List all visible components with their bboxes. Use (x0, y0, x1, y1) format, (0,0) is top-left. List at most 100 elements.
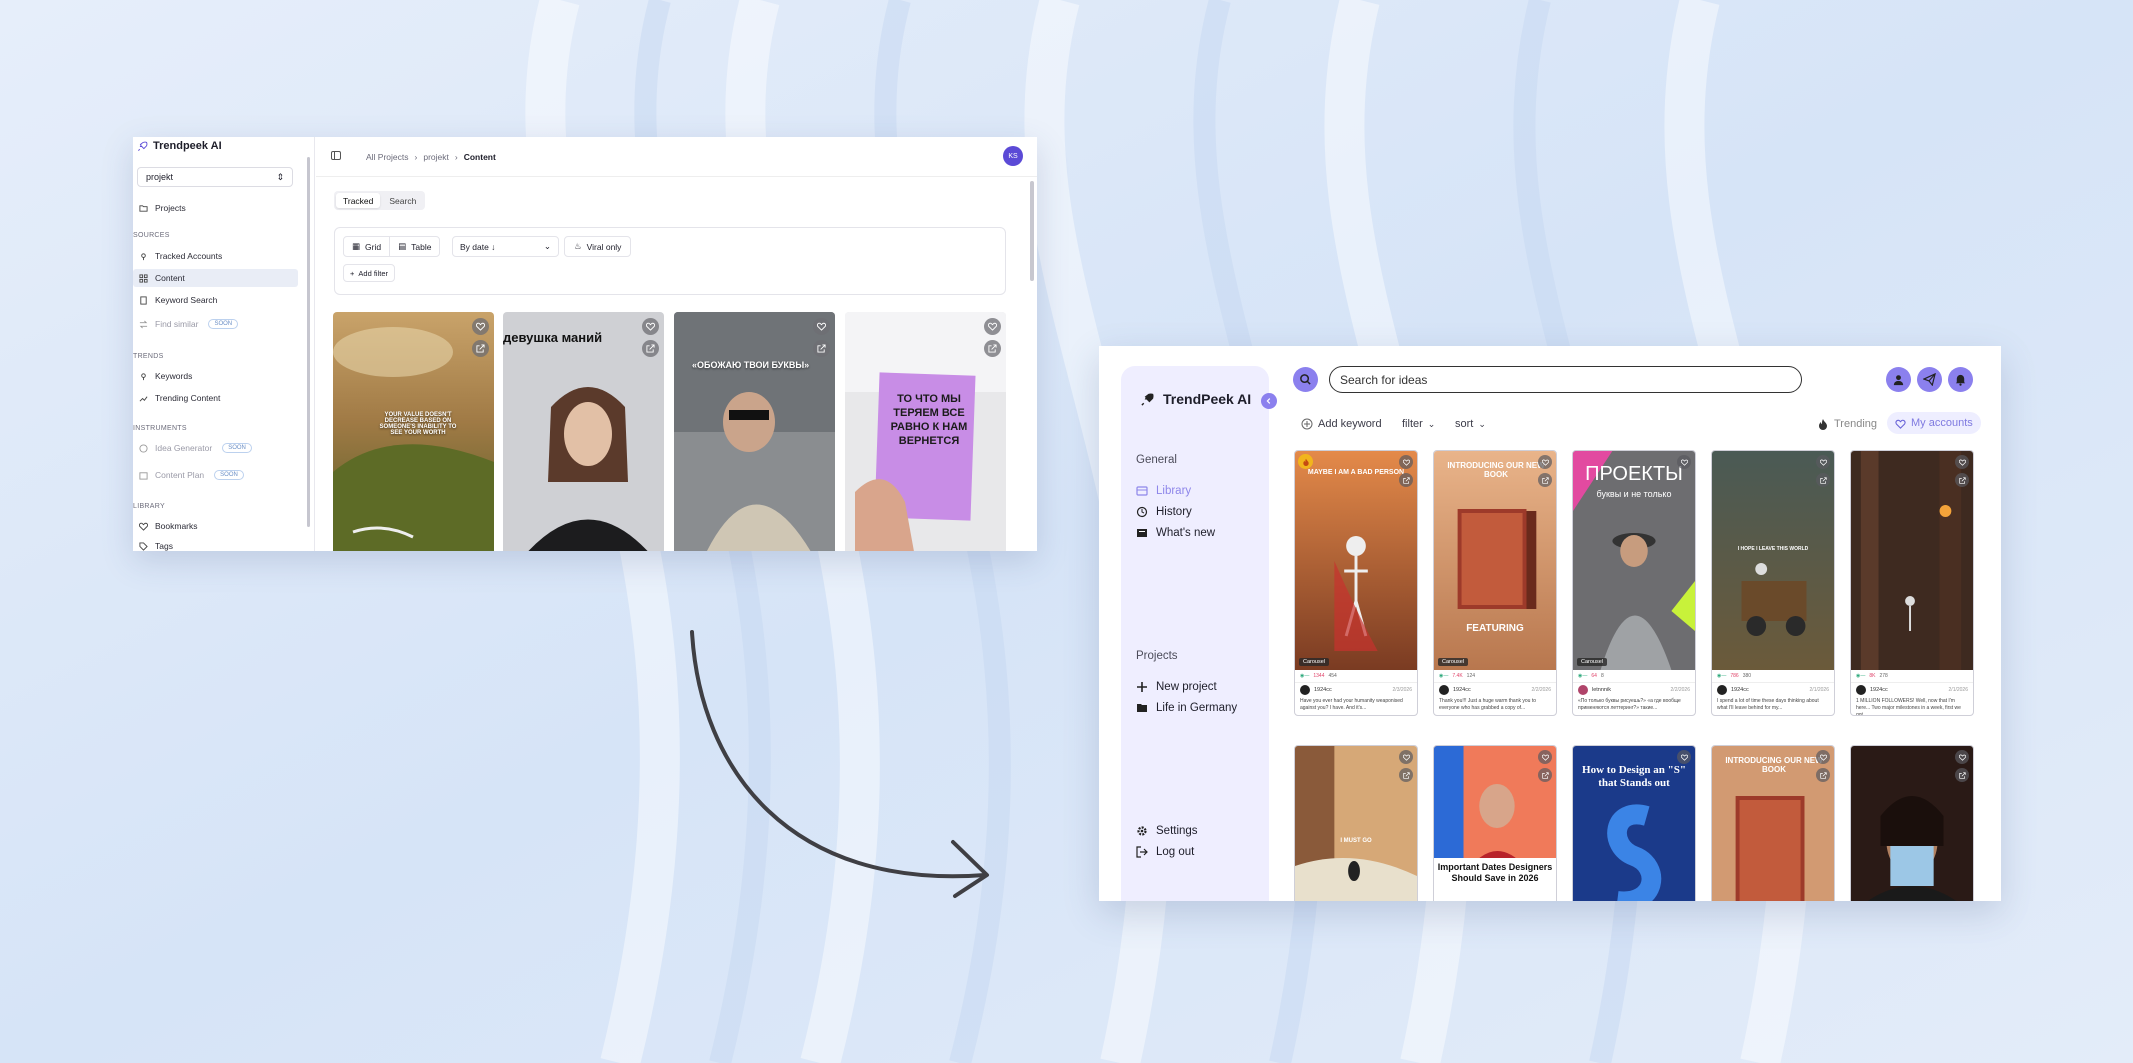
content-card[interactable] (1850, 745, 1974, 901)
search-button[interactable] (1293, 367, 1318, 392)
heart-icon[interactable] (472, 318, 489, 335)
sidebar-item-bookmarks[interactable]: Bookmarks (133, 517, 298, 535)
sidebar-item-keyword-search[interactable]: Keyword Search (133, 291, 298, 309)
external-link-icon[interactable] (1399, 768, 1413, 782)
content-card[interactable]: How to Design an "S" that Stands out (1572, 745, 1696, 901)
content-card[interactable]: INTRODUCING OUR NEW BOOK FEATURING Carou… (1433, 450, 1557, 716)
content-card[interactable]: MAYBE I AM A BAD PERSON Carousel ◉— 1344 4… (1294, 450, 1418, 716)
external-link-icon[interactable] (642, 340, 659, 357)
content-card[interactable]: ТО ЧТО МЫ ТЕРЯЕМ ВСЕ РАВНО К НАМ ВЕРНЕТС… (845, 312, 1006, 551)
new-brand[interactable]: TrendPeek AI (1140, 391, 1251, 407)
content-card[interactable]: девушка маний (503, 312, 664, 551)
content-card[interactable]: ◉— 8K 278 1924cc 2/1/2026 1 MILLION FOLLOWE… (1850, 450, 1974, 716)
project-life-in-germany[interactable]: Life in Germany (1136, 702, 1237, 714)
avatar[interactable]: KS (1003, 146, 1023, 166)
heart-icon[interactable] (813, 318, 830, 335)
main-scrollbar[interactable] (1030, 181, 1034, 281)
sidebar-item-content[interactable]: Content (133, 269, 298, 287)
old-brand[interactable]: Trendpeek AI (137, 140, 222, 152)
heart-icon[interactable] (1955, 455, 1969, 469)
heart-icon[interactable] (1677, 455, 1691, 469)
old-topbar: All Projects › projekt › Content KS (316, 137, 1037, 177)
section-instruments: INSTRUMENTS (133, 425, 187, 432)
tab-search[interactable]: Search (382, 193, 423, 208)
tab-tracked[interactable]: Tracked (336, 193, 381, 208)
clock-icon (139, 443, 148, 453)
external-link-icon[interactable] (1955, 768, 1969, 782)
heart-icon[interactable] (642, 318, 659, 335)
content-card[interactable]: INTRODUCING OUR NEW BOOK (1711, 745, 1835, 901)
nav-whats-new[interactable]: What's new (1136, 527, 1215, 539)
project-select[interactable]: projekt ⇕ (137, 167, 293, 187)
old-app-window: Trendpeek AI projekt ⇕ Projects SOURCES … (133, 137, 1037, 551)
sidebar-item-idea-generator[interactable]: Idea Generator SOON (133, 439, 298, 457)
table-view-button[interactable]: ▤ Table (389, 237, 439, 256)
sidebar-item-content-plan[interactable]: Content Plan SOON (133, 466, 298, 484)
sidebar-item-tracked-accounts[interactable]: Tracked Accounts (133, 247, 298, 265)
card-stats: ◉— 64 8 (1573, 670, 1695, 683)
heart-icon[interactable] (1816, 455, 1830, 469)
external-link-icon[interactable] (472, 340, 489, 357)
external-link-icon[interactable] (813, 340, 830, 357)
trending-toggle[interactable]: Trending (1817, 418, 1877, 430)
heart-icon[interactable] (1538, 455, 1552, 469)
add-filter-label: Add filter (358, 268, 388, 278)
card-author: 1924cc 2/1/2026 (1851, 683, 1973, 697)
profile-button[interactable] (1886, 367, 1911, 392)
search-input[interactable]: Search for ideas (1329, 366, 1802, 393)
sidebar-item-trending-content[interactable]: Trending Content (133, 389, 298, 407)
settings-button[interactable]: Settings (1136, 825, 1198, 837)
content-card[interactable]: ПРОЕКТЫ буквы и не только Carousel ◉— 64 8… (1572, 450, 1696, 716)
external-link-icon[interactable] (1816, 473, 1830, 487)
likes-count: 7.4K (1452, 673, 1463, 679)
add-filter-button[interactable]: + Add filter (343, 264, 395, 282)
external-link-icon[interactable] (1955, 473, 1969, 487)
content-card[interactable]: I HOPE I LEAVE THIS WORLD ◉— 786 380 1924c… (1711, 450, 1835, 716)
nav-history[interactable]: History (1136, 506, 1192, 518)
my-accounts-toggle[interactable]: My accounts (1887, 412, 1981, 434)
external-link-icon[interactable] (1538, 768, 1552, 782)
logout-button[interactable]: Log out (1136, 846, 1194, 858)
heart-icon[interactable] (1955, 750, 1969, 764)
heart-icon[interactable] (1677, 750, 1691, 764)
comments-count: 8 (1600, 673, 1604, 679)
external-link-icon[interactable] (984, 340, 1001, 357)
content-card[interactable]: I MUST GO (1294, 745, 1418, 901)
new-project-button[interactable]: New project (1136, 681, 1217, 693)
panel-toggle-icon[interactable] (331, 151, 341, 160)
sidebar-item-tags[interactable]: Tags (133, 537, 298, 551)
heart-icon[interactable] (984, 318, 1001, 335)
breadcrumb-all-projects[interactable]: All Projects (366, 152, 409, 162)
sidebar-item-label: Keywords (155, 371, 193, 381)
eye-icon: ◉— (1717, 673, 1727, 679)
viral-only-toggle[interactable]: ♨ Viral only (564, 236, 632, 257)
collapse-sidebar-button[interactable] (1261, 393, 1277, 409)
external-link-icon[interactable] (1399, 473, 1413, 487)
nav-library[interactable]: Library (1136, 485, 1191, 497)
carousel-tag: Carousel (1438, 658, 1469, 666)
breadcrumb-project[interactable]: projekt (423, 152, 449, 162)
heart-icon[interactable] (1399, 455, 1413, 469)
sidebar-scrollbar[interactable] (307, 157, 310, 527)
heart-icon[interactable] (1538, 750, 1552, 764)
sidebar-item-projects[interactable]: Projects (133, 199, 298, 217)
external-link-icon[interactable] (1816, 768, 1830, 782)
sidebar-item-find-similar[interactable]: Find similar SOON (133, 315, 298, 333)
likes-count: 786 (1730, 673, 1739, 679)
filter-dropdown[interactable]: filter ⌄ (1402, 418, 1435, 430)
sort-dropdown[interactable]: sort ⌄ (1455, 418, 1486, 430)
external-link-icon[interactable] (1538, 473, 1552, 487)
sidebar-item-keywords[interactable]: Keywords (133, 367, 298, 385)
card-image (1295, 746, 1417, 901)
heart-icon[interactable] (1399, 750, 1413, 764)
post-date: 2/1/2026 (1948, 687, 1968, 693)
sort-select[interactable]: By date ↓ ⌄ (452, 236, 559, 257)
heart-icon[interactable] (1816, 750, 1830, 764)
content-card[interactable]: «ОБОЖАЮ ТВОИ БУКВЫ» (674, 312, 835, 551)
notifications-button[interactable] (1948, 367, 1973, 392)
content-card[interactable]: Important Dates Designers Should Save in… (1433, 745, 1557, 901)
content-card[interactable]: YOUR VALUE DOESN'T DECREASE BASED ON SOM… (333, 312, 494, 551)
add-keyword-button[interactable]: Add keyword (1301, 418, 1382, 430)
telegram-button[interactable] (1917, 367, 1942, 392)
grid-view-button[interactable]: ▦ Grid (344, 237, 389, 256)
